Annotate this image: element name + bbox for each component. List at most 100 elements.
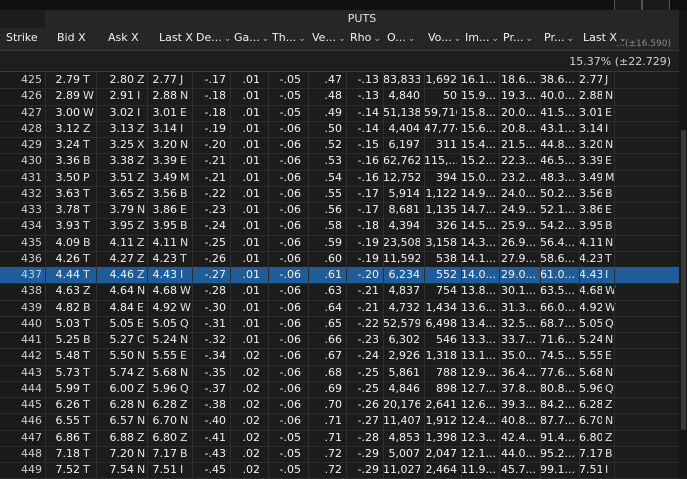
header-delta[interactable]: De... ⌄ [196, 28, 230, 50]
volume-cell[interactable]: 1,912 [424, 413, 458, 429]
last-cell[interactable]: 4.68 [147, 283, 178, 299]
bid-cell[interactable]: 4.44 [45, 267, 81, 283]
implied-vol-cell[interactable]: 13.1... [461, 348, 495, 364]
bid-cell[interactable]: 4.26 [45, 251, 81, 267]
implied-vol-cell[interactable]: 13.3... [461, 332, 495, 348]
prob-itm-cell[interactable]: 22.3... [499, 153, 536, 169]
rho-cell[interactable]: -.29 [346, 462, 379, 478]
volume-cell[interactable]: 1,318 [424, 348, 458, 364]
ask-cell[interactable]: 2.91 [96, 88, 135, 104]
delta-cell[interactable]: -.41 [192, 430, 226, 446]
gamma-cell[interactable]: .01 [230, 300, 261, 316]
rho-cell[interactable]: -.21 [346, 283, 379, 299]
bid-cell[interactable]: 3.63 [45, 186, 81, 202]
theta-cell[interactable]: -.06 [268, 397, 301, 413]
theta-cell[interactable]: -.05 [268, 430, 301, 446]
vega-cell[interactable]: .69 [308, 381, 343, 397]
prob-itm-cell[interactable]: 33.7... [499, 332, 536, 348]
table-row[interactable]: 446 6.55 T 6.57 N 6.70 N -.40.02 -.06.71 -.27 11,4… [0, 413, 679, 431]
table-row[interactable]: 432 3.63 T 3.65 Z 3.56 B -.22.01 -.06.55 -.17 5,91… [0, 186, 679, 203]
open-interest-cell[interactable]: 20,176 [383, 397, 420, 413]
vega-cell[interactable]: .50 [308, 121, 343, 137]
bid-cell[interactable]: 3.12 [45, 121, 81, 137]
implied-vol-cell[interactable]: 15.4... [461, 137, 495, 153]
implied-vol-cell[interactable]: 12.6... [461, 397, 495, 413]
table-row[interactable]: 443 5.73 T 5.74 Z 5.68 N -.35.02 -.06.68 -.25 5,86… [0, 365, 679, 382]
volume-cell[interactable]: 6,498 [424, 316, 458, 332]
last-cell[interactable]: 5.24 [147, 332, 178, 348]
rho-cell[interactable]: -.20 [346, 267, 379, 283]
vega-cell[interactable]: .52 [308, 137, 343, 153]
delta-cell[interactable]: -.23 [192, 202, 226, 218]
delta-cell[interactable]: -.21 [192, 153, 226, 169]
gamma-cell[interactable]: .01 [230, 105, 261, 121]
table-row[interactable]: 442 5.48 T 5.50 N 5.55 E -.34.02 -.06.67 -.24 2,92… [0, 348, 679, 366]
last-cell[interactable]: 7.51 [147, 462, 178, 478]
implied-vol-cell[interactable]: 13.4... [461, 316, 495, 332]
open-interest-cell[interactable]: 11,407 [383, 413, 420, 429]
prob-touch-cell[interactable]: 66.0... [540, 300, 575, 316]
prob-touch-cell[interactable]: 61.0... [540, 267, 575, 283]
prob-itm-cell[interactable]: 30.1... [499, 283, 536, 299]
last-2-cell[interactable]: 6.70 [579, 413, 602, 429]
theta-cell[interactable]: -.06 [268, 381, 301, 397]
last-cell[interactable]: 5.55 [147, 348, 178, 364]
ask-cell[interactable]: 3.13 [96, 121, 135, 137]
gamma-cell[interactable]: .02 [230, 348, 261, 364]
delta-cell[interactable]: -.20 [192, 137, 226, 153]
prob-itm-cell[interactable]: 44.0... [499, 446, 536, 462]
theta-cell[interactable]: -.06 [268, 316, 301, 332]
theta-cell[interactable]: -.06 [268, 365, 301, 381]
last-2-cell[interactable]: 3.01 [579, 105, 602, 121]
last-cell[interactable]: 6.70 [147, 413, 178, 429]
last-cell[interactable]: 3.86 [147, 202, 178, 218]
table-row[interactable]: 427 3.00 W 3.02 I 3.01 E -.18.01 -.05.49 -.14 51,1… [0, 105, 679, 122]
delta-cell[interactable]: -.18 [192, 88, 226, 104]
rho-cell[interactable]: -.15 [346, 137, 379, 153]
table-row[interactable]: 428 3.12 Z 3.13 Z 3.14 I -.19.01 -.06.50 -.14 4,40… [0, 121, 679, 138]
vega-cell[interactable]: .72 [308, 446, 343, 462]
last-cell[interactable]: 5.05 [147, 316, 178, 332]
vega-cell[interactable]: .63 [308, 283, 343, 299]
header-prob-touch[interactable]: Pr... ⌄ [544, 28, 579, 50]
implied-vol-cell[interactable]: 14.5... [461, 218, 495, 234]
open-interest-cell[interactable]: 4,837 [383, 283, 421, 299]
prob-itm-cell[interactable]: 40.8... [499, 413, 536, 429]
table-row[interactable]: 447 6.86 T 6.88 Z 6.80 Z -.41.02 -.05.71 -.28 4,85… [0, 430, 679, 447]
prob-itm-cell[interactable]: 19.3... [499, 88, 536, 104]
ask-cell[interactable]: 4.64 [96, 283, 135, 299]
prob-touch-cell[interactable]: 87.7... [540, 413, 575, 429]
theta-cell[interactable]: -.05 [268, 446, 301, 462]
gamma-cell[interactable]: .01 [230, 137, 261, 153]
theta-cell[interactable]: -.05 [268, 72, 301, 88]
vega-cell[interactable]: .60 [308, 251, 343, 267]
delta-cell[interactable]: -.21 [192, 170, 226, 186]
last-cell[interactable]: 6.28 [147, 397, 178, 413]
implied-vol-cell[interactable]: 14.3... [461, 235, 495, 251]
gamma-cell[interactable]: .02 [230, 413, 261, 429]
gamma-cell[interactable]: .01 [230, 72, 261, 88]
bid-cell[interactable]: 2.79 [45, 72, 81, 88]
last-2-cell[interactable]: 3.95 [579, 218, 602, 234]
open-interest-cell[interactable]: 4,840 [383, 88, 421, 104]
bid-cell[interactable]: 6.26 [45, 397, 81, 413]
vega-cell[interactable]: .55 [308, 186, 343, 202]
rho-cell[interactable]: -.13 [346, 88, 379, 104]
rho-cell[interactable]: -.25 [346, 365, 379, 381]
implied-vol-cell[interactable]: 12.1... [461, 446, 495, 462]
last-2-cell[interactable]: 7.17 [579, 446, 602, 462]
bid-cell[interactable]: 3.00 [45, 105, 81, 121]
open-interest-cell[interactable]: 4,846 [383, 381, 421, 397]
ask-cell[interactable]: 3.95 [96, 218, 135, 234]
theta-cell[interactable]: -.06 [268, 413, 301, 429]
prob-touch-cell[interactable]: 80.8... [540, 381, 575, 397]
theta-cell[interactable]: -.06 [268, 332, 301, 348]
prob-touch-cell[interactable]: 99.1... [540, 462, 575, 478]
table-row[interactable]: 441 5.25 B 5.27 C 5.24 N -.32.01 -.06.66 -.23 6,30… [0, 332, 679, 350]
bid-cell[interactable]: 3.50 [45, 170, 81, 186]
theta-cell[interactable]: -.06 [268, 137, 301, 153]
gamma-cell[interactable]: .01 [230, 153, 261, 169]
gamma-cell[interactable]: .01 [230, 121, 261, 137]
table-row[interactable]: 445 6.26 T 6.28 N 6.28 Z -.38.02 -.06.70 -.26 20,1… [0, 397, 679, 415]
volume-cell[interactable]: 3,158 [424, 235, 458, 251]
